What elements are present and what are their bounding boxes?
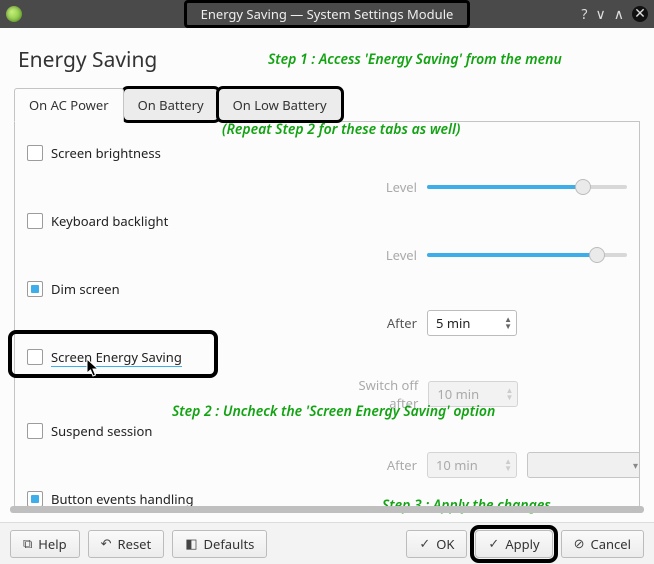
tab-on-low-battery[interactable]: On Low Battery [218,88,342,121]
window-title: Energy Saving — System Settings Module [184,0,471,28]
cancel-icon: ⊘ [574,537,585,550]
btn-label: Reset [118,535,152,553]
switch-off-value: 10 min [437,385,479,403]
spin-arrows-icon[interactable]: ▲▼ [500,316,512,330]
help-icon: ⧉ [23,537,32,550]
btn-label: OK [436,535,454,553]
label-keyboard-backlight: Keyboard backlight [51,212,168,230]
dim-after-value: 5 min [436,314,470,332]
help-icon[interactable]: ? [581,5,587,24]
annotation-step2: Step 2 : Uncheck the 'Screen Energy Savi… [172,402,495,421]
apply-button[interactable]: ✓ Apply [475,530,552,558]
ok-button[interactable]: ✓ OK [406,530,467,558]
settings-panel: (Repeat Step 2 for these tabs as well) S… [14,122,640,508]
tab-bar: On AC Power On Battery On Low Battery [14,88,640,122]
defaults-icon: ◧ [185,537,197,550]
app-icon [6,6,22,22]
minimize-icon[interactable]: ∨ [596,5,606,24]
spin-arrows-icon: ▲▼ [500,458,512,472]
defaults-button[interactable]: ◧ Defaults [172,530,267,558]
suspend-action-combo[interactable]: ▾ [527,452,640,478]
suspend-after-label: After [327,456,417,474]
window-controls: ? ∨ ∧ ✕ [581,0,648,28]
annotation-step1: Step 1 : Access 'Energy Saving' from the… [268,50,562,69]
tab-label: On AC Power [29,96,109,114]
reset-button[interactable]: ↶ Reset [88,530,165,558]
btn-label: Defaults [204,535,255,553]
close-icon[interactable]: ✕ [632,6,648,22]
btn-label: Help [38,535,66,553]
spin-arrows-icon: ▲▼ [501,387,513,401]
backlight-level-label: Level [327,246,417,264]
tab-label: On Low Battery [233,96,327,114]
maximize-icon[interactable]: ∧ [614,5,624,24]
btn-label: Cancel [591,535,631,553]
checkbox-keyboard-backlight[interactable] [27,213,43,229]
check-icon: ✓ [488,537,499,550]
label-dim-screen: Dim screen [51,280,120,298]
dim-after-spin[interactable]: 5 min ▲▼ [427,310,517,336]
brightness-level-label: Level [327,178,417,196]
undo-icon: ↶ [101,537,112,550]
help-button[interactable]: ⧉ Help [10,530,80,558]
checkbox-dim-screen[interactable] [27,281,43,297]
label-screen-energy-saving: Screen Energy Saving [51,348,182,367]
dim-after-label: After [327,314,417,332]
checkbox-suspend-session[interactable] [27,423,43,439]
tab-label: On Battery [138,96,204,114]
checkbox-screen-brightness[interactable] [27,145,43,161]
label-screen-brightness: Screen brightness [51,144,161,162]
checkbox-screen-energy-saving[interactable] [27,349,43,365]
footer-button-bar: ⧉ Help ↶ Reset ◧ Defaults ✓ OK ✓ Apply ⊘ Cance… [0,522,654,564]
label-suspend-session: Suspend session [51,422,152,440]
tab-on-battery[interactable]: On Battery [123,88,219,121]
check-icon: ✓ [419,537,430,550]
horizontal-scrollbar[interactable] [10,506,644,513]
chevron-down-icon: ▾ [633,458,638,472]
tab-ac-power[interactable]: On AC Power [14,88,124,122]
checkbox-button-events[interactable] [27,491,43,507]
suspend-after-spin: 10 min ▲▼ [427,452,517,478]
suspend-after-value: 10 min [436,456,478,474]
backlight-slider[interactable] [427,248,627,262]
btn-label: Apply [505,535,539,553]
titlebar: Energy Saving — System Settings Module ?… [0,0,654,28]
brightness-slider[interactable] [427,180,627,194]
annotation-repeat: (Repeat Step 2 for these tabs as well) [222,122,460,139]
cancel-button[interactable]: ⊘ Cancel [561,530,644,558]
